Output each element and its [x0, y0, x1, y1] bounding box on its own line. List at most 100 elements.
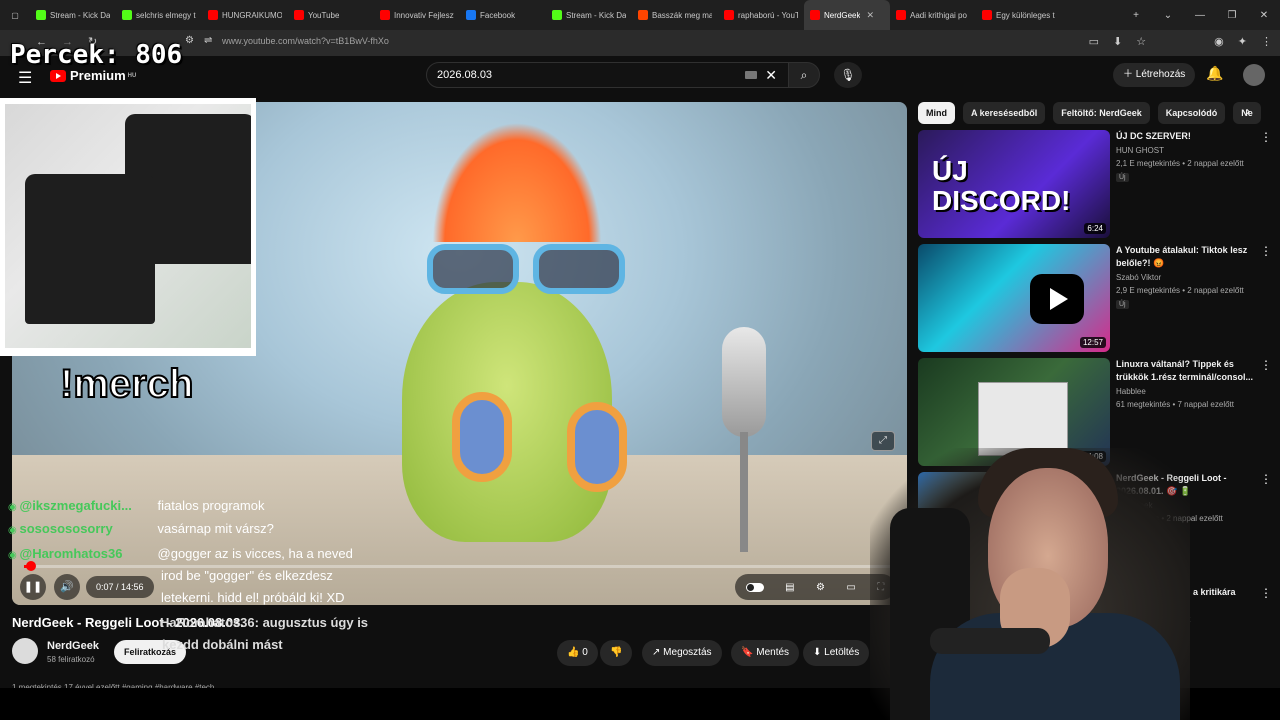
tab-list-chevron-icon[interactable]: ⌄ [1152, 10, 1184, 21]
video-microphone-stand [740, 432, 748, 552]
progress-bar[interactable] [24, 561, 896, 571]
chat-text: irod be "gogger" és elkezdesz [161, 568, 333, 583]
download-button[interactable]: ⬇ Letöltés [803, 640, 870, 666]
close-window-button[interactable]: ✕ [1248, 10, 1280, 21]
filter-chip[interactable]: A keresésedből [963, 102, 1046, 124]
video-character-headphone-left [452, 392, 512, 482]
url-field[interactable]: www.youtube.com/watch?v=tB1BwV-fhXo [222, 36, 389, 46]
chat-message: letekerni. hidd el! próbáld ki! XD [161, 590, 345, 605]
more-actions-icon[interactable]: ⋮ [1260, 472, 1272, 486]
video-thumbnail[interactable]: 12:57 [918, 244, 1110, 352]
minutes-counter-overlay: Percek: 806 [10, 40, 183, 70]
browser-tab[interactable]: YouTube [288, 0, 374, 30]
tab-label: Facebook [480, 10, 516, 20]
merch-command-text: !merch [59, 361, 194, 407]
browser-tab[interactable]: Facebook [460, 0, 546, 30]
chips-next-chevron-icon[interactable]: › [1246, 104, 1250, 118]
minimize-button[interactable]: — [1184, 10, 1216, 21]
keyboard-icon[interactable] [745, 71, 757, 79]
youtube-premium-logo[interactable]: Premium HU [50, 68, 136, 83]
recommended-title[interactable]: Linuxra váltanál? Tippek és trükkök 1.ré… [1116, 358, 1256, 384]
filter-chip[interactable]: Kapcsolódó [1157, 102, 1226, 124]
address-bar-actions: ▭ ⬇ ☆ ◉ ✦ ⋮ [1089, 35, 1272, 48]
create-button[interactable]: ＋ Létrehozás [1113, 63, 1196, 87]
recommended-video[interactable]: ÚJ DISCORD! 6:24 ÚJ DC SZERVER! HUN GHOST 2,… [918, 130, 1272, 238]
filter-chip[interactable]: Feltöltő: NerdGeek [1053, 102, 1150, 124]
cast-icon[interactable]: ▭ [1089, 35, 1099, 48]
browser-tab[interactable]: Innovativ Fejleszt [374, 0, 460, 30]
browser-tab[interactable]: Basszák meg ma [632, 0, 718, 30]
channel-name[interactable]: NerdGeek [47, 640, 99, 652]
dislike-button[interactable]: 👎 [600, 640, 633, 666]
subtitles-icon[interactable]: ▤ [785, 582, 794, 593]
recommended-title[interactable]: A Youtube átalakul: Tiktok lesz belőle?!… [1116, 244, 1256, 270]
tab-label: Stream - Kick Das [566, 10, 626, 20]
chat-overlay-line-b: kezdd dobálni mást [162, 637, 283, 652]
settings-gear-icon[interactable]: ⚙ [816, 582, 825, 593]
close-tab-icon[interactable]: ✕ [866, 10, 874, 21]
search-button[interactable]: ⌕ [788, 62, 820, 88]
thumbnail-text: ÚJ DISCORD! [932, 155, 1071, 216]
browser-tab[interactable]: raphaború - YouT [718, 0, 804, 30]
autoplay-toggle[interactable] [745, 582, 764, 592]
chat-text: vasárnap mit vársz? [157, 521, 274, 536]
share-button[interactable]: ↗ Megosztás [642, 640, 722, 666]
tab-label: Stream - Kick Das [50, 10, 110, 20]
bookmark-star-icon[interactable]: ☆ [1136, 35, 1146, 48]
browser-tab[interactable]: Aadi krithigai po [890, 0, 976, 30]
youtube-header: ☰ Premium HU 2026.08.03 ✕ ⌕ 🎙 ＋ Létrehoz… [0, 56, 1280, 96]
browser-tab[interactable]: Egy különleges t [976, 0, 1062, 30]
more-actions-icon[interactable]: ⋮ [1260, 130, 1272, 144]
recommended-channel[interactable]: HUN GHOST [1116, 146, 1164, 155]
search-box[interactable]: 2026.08.03 ✕ [426, 62, 790, 88]
recommended-channel[interactable]: Szabó Viktor [1116, 273, 1161, 282]
recommended-channel[interactable]: Habblee [1116, 387, 1146, 396]
more-actions-icon[interactable]: ⋮ [1260, 358, 1272, 372]
channel-avatar[interactable] [12, 638, 38, 664]
chat-text: @gogger az is vicces, ha a neved [157, 546, 353, 561]
browser-tab-strip: ▢ Stream - Kick Das selchris elmegy t HUNG… [0, 0, 1280, 30]
install-icon[interactable]: ⬇ [1113, 35, 1122, 48]
tab-favicon-icon [466, 10, 476, 20]
site-info-icon[interactable]: ⚙ [185, 35, 194, 46]
tab-label: selchris elmegy t [136, 10, 196, 20]
recommended-video[interactable]: 12:57 A Youtube átalakul: Tiktok lesz bel… [918, 244, 1272, 352]
progress-scrubber[interactable] [25, 561, 36, 571]
chat-message: ◉ sososososorry vasárnap mit vársz? [8, 521, 274, 536]
profile-icon[interactable]: ◉ [1214, 35, 1224, 48]
extensions-icon[interactable]: ✦ [1238, 35, 1247, 48]
related-filter-chips: Mind A keresésedből Feltöltő: NerdGeek Kapc… [918, 102, 1268, 124]
more-actions-icon[interactable]: ⋮ [1260, 244, 1272, 258]
notifications-bell-icon[interactable]: 🔔 [1206, 65, 1223, 82]
clear-search-icon[interactable]: ✕ [765, 67, 777, 84]
browser-tab[interactable]: Stream - Kick Das [546, 0, 632, 30]
voice-search-button[interactable]: 🎙 [834, 62, 862, 88]
recommended-title[interactable]: ÚJ DC SZERVER! [1116, 130, 1256, 143]
search-input[interactable]: 2026.08.03 [437, 69, 492, 81]
tab-label: Basszák meg ma [652, 10, 712, 20]
browser-tab[interactable]: selchris elmegy t [116, 0, 202, 30]
chat-message: ◉ @Haromhatos36 @gogger az is vicces, ha … [8, 546, 353, 561]
browser-tab[interactable]: NerdGeek ✕ [804, 0, 890, 30]
browser-tab[interactable]: HUNGRAIKUMO [202, 0, 288, 30]
filter-chip[interactable]: Mind [918, 102, 955, 124]
customize-icon[interactable]: ⇌ [204, 35, 212, 46]
tab-overview-icon[interactable]: ▢ [0, 0, 30, 30]
volume-button[interactable]: 🔊 [54, 574, 80, 600]
pause-button[interactable]: ❚❚ [20, 574, 46, 600]
save-button[interactable]: 🔖 Mentés [731, 640, 800, 666]
new-tab-button[interactable]: + [1120, 10, 1152, 21]
theater-mode-icon[interactable]: ▭ [846, 582, 855, 593]
more-actions-icon[interactable]: ⋮ [1260, 586, 1272, 600]
chat-overlay-line-a: HaRomhatos36: augusztus úgy is [160, 615, 369, 630]
hamburger-menu-icon[interactable]: ☰ [18, 68, 32, 88]
menu-kebab-icon[interactable]: ⋮ [1261, 35, 1272, 48]
logo-region: HU [127, 72, 137, 79]
tab-favicon-icon [36, 10, 46, 20]
video-duration: 12:57 [1079, 337, 1106, 348]
browser-tab[interactable]: Stream - Kick Das [30, 0, 116, 30]
account-avatar[interactable] [1243, 64, 1265, 86]
like-button[interactable]: 👍 0 [557, 640, 598, 666]
maximize-button[interactable]: ❐ [1216, 10, 1248, 21]
video-thumbnail[interactable]: ÚJ DISCORD! 6:24 [918, 130, 1110, 238]
